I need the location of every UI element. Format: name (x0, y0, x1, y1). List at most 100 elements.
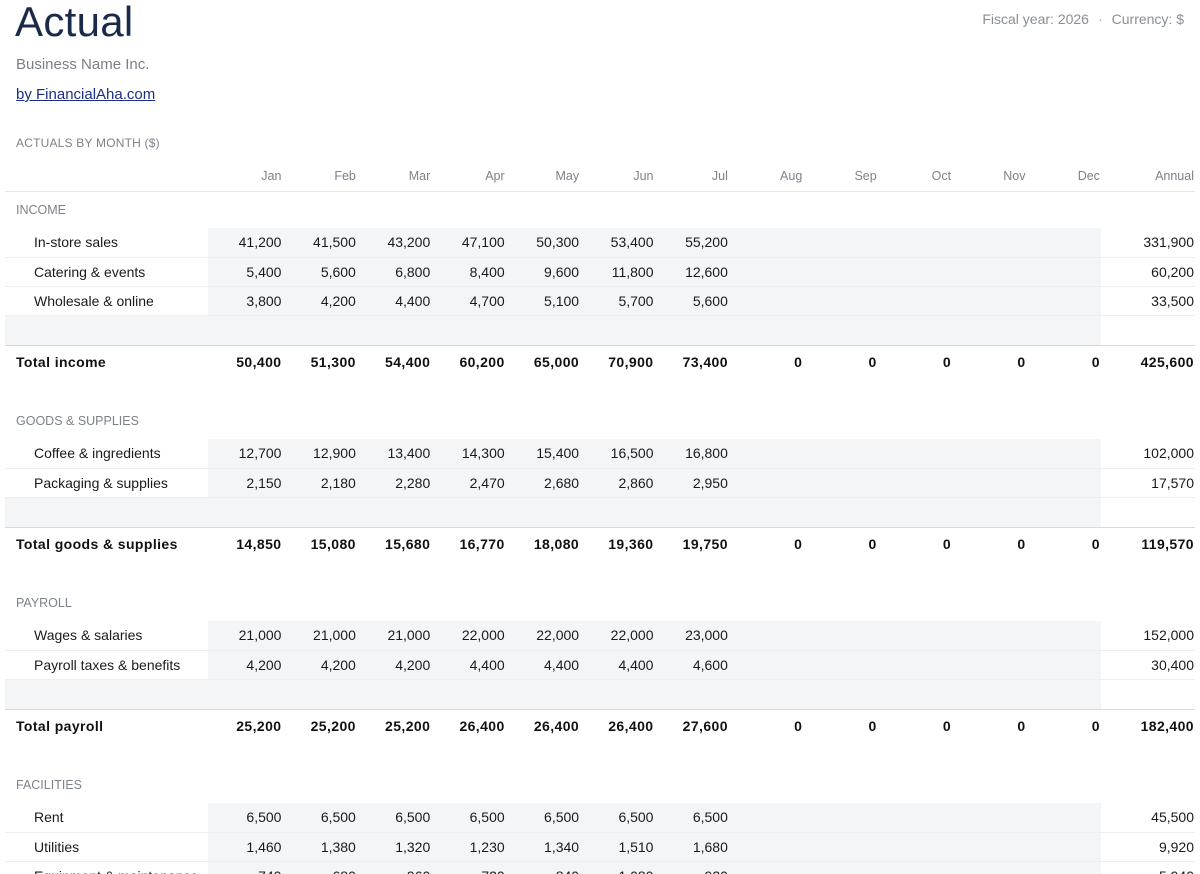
month-value-cell[interactable]: 15,400 (505, 439, 581, 469)
month-value-cell[interactable]: 12,700 (208, 439, 283, 469)
blank-cell[interactable] (952, 679, 1027, 710)
month-value-cell[interactable] (952, 228, 1027, 258)
month-value-cell[interactable] (952, 803, 1027, 833)
blank-cell[interactable] (654, 315, 729, 346)
month-value-cell[interactable] (1026, 439, 1101, 469)
month-value-cell[interactable] (1026, 861, 1101, 874)
blank-cell[interactable] (356, 315, 432, 346)
month-value-cell[interactable]: 4,700 (431, 286, 506, 316)
month-value-cell[interactable]: 4,200 (282, 286, 357, 316)
month-value-cell[interactable]: 22,000 (580, 621, 655, 651)
month-value-cell[interactable] (877, 621, 953, 651)
month-value-cell[interactable]: 55,200 (654, 228, 729, 258)
month-value-cell[interactable]: 5,100 (505, 286, 581, 316)
month-value-cell[interactable] (877, 468, 953, 498)
month-value-cell[interactable]: 4,400 (580, 650, 655, 680)
month-value-cell[interactable]: 1,380 (282, 832, 357, 862)
blank-cell[interactable] (580, 497, 655, 528)
month-value-cell[interactable] (803, 861, 878, 874)
month-value-cell[interactable]: 43,200 (356, 228, 432, 258)
month-value-cell[interactable]: 1,080 (580, 861, 655, 874)
blank-cell[interactable] (282, 497, 357, 528)
financialaha-link[interactable]: by FinancialAha.com (16, 86, 155, 103)
month-value-cell[interactable]: 50,300 (505, 228, 581, 258)
month-value-cell[interactable] (803, 832, 878, 862)
month-value-cell[interactable]: 1,510 (580, 832, 655, 862)
blank-cell[interactable] (505, 315, 581, 346)
month-value-cell[interactable]: 5,400 (208, 257, 283, 287)
month-value-cell[interactable] (952, 468, 1027, 498)
month-value-cell[interactable]: 4,200 (208, 650, 283, 680)
month-value-cell[interactable]: 1,230 (431, 832, 506, 862)
month-value-cell[interactable]: 6,500 (208, 803, 283, 833)
month-value-cell[interactable] (803, 257, 878, 287)
month-value-cell[interactable]: 22,000 (505, 621, 581, 651)
month-value-cell[interactable]: 1,460 (208, 832, 283, 862)
month-value-cell[interactable] (803, 228, 878, 258)
month-value-cell[interactable]: 22,000 (431, 621, 506, 651)
blank-cell[interactable] (505, 679, 581, 710)
blank-cell[interactable] (282, 315, 357, 346)
month-value-cell[interactable]: 4,400 (356, 286, 432, 316)
month-value-cell[interactable] (877, 286, 953, 316)
month-value-cell[interactable] (952, 257, 1027, 287)
month-value-cell[interactable] (1026, 650, 1101, 680)
month-value-cell[interactable]: 6,500 (580, 803, 655, 833)
month-value-cell[interactable]: 5,700 (580, 286, 655, 316)
month-value-cell[interactable]: 6,500 (431, 803, 506, 833)
month-value-cell[interactable] (728, 861, 804, 874)
month-value-cell[interactable] (877, 803, 953, 833)
month-value-cell[interactable]: 2,860 (580, 468, 655, 498)
month-value-cell[interactable] (728, 468, 804, 498)
month-value-cell[interactable]: 2,150 (208, 468, 283, 498)
month-value-cell[interactable]: 5,600 (282, 257, 357, 287)
blank-cell[interactable] (1026, 679, 1101, 710)
month-value-cell[interactable]: 960 (356, 861, 432, 874)
blank-cell[interactable] (431, 315, 506, 346)
month-value-cell[interactable] (728, 803, 804, 833)
month-value-cell[interactable]: 6,500 (356, 803, 432, 833)
month-value-cell[interactable] (1026, 286, 1101, 316)
month-value-cell[interactable] (877, 650, 953, 680)
month-value-cell[interactable]: 16,800 (654, 439, 729, 469)
month-value-cell[interactable] (803, 286, 878, 316)
month-value-cell[interactable]: 8,400 (431, 257, 506, 287)
month-value-cell[interactable] (877, 257, 953, 287)
month-value-cell[interactable]: 4,400 (431, 650, 506, 680)
month-value-cell[interactable] (803, 803, 878, 833)
month-value-cell[interactable]: 9,600 (505, 257, 581, 287)
month-value-cell[interactable] (803, 621, 878, 651)
blank-cell[interactable] (803, 497, 878, 528)
blank-cell[interactable] (1026, 497, 1101, 528)
month-value-cell[interactable] (728, 257, 804, 287)
month-value-cell[interactable] (952, 861, 1027, 874)
blank-cell[interactable] (282, 679, 357, 710)
month-value-cell[interactable] (952, 832, 1027, 862)
month-value-cell[interactable]: 4,200 (282, 650, 357, 680)
blank-cell[interactable] (654, 497, 729, 528)
month-value-cell[interactable]: 4,400 (505, 650, 581, 680)
month-value-cell[interactable]: 2,950 (654, 468, 729, 498)
blank-cell[interactable] (877, 315, 953, 346)
month-value-cell[interactable] (877, 228, 953, 258)
month-value-cell[interactable] (1026, 803, 1101, 833)
blank-cell[interactable] (654, 679, 729, 710)
blank-cell[interactable] (580, 679, 655, 710)
month-value-cell[interactable]: 47,100 (431, 228, 506, 258)
month-value-cell[interactable]: 1,340 (505, 832, 581, 862)
month-value-cell[interactable] (877, 832, 953, 862)
blank-cell[interactable] (208, 315, 283, 346)
blank-cell[interactable] (505, 497, 581, 528)
blank-cell[interactable] (1026, 315, 1101, 346)
blank-cell[interactable] (356, 679, 432, 710)
month-value-cell[interactable] (803, 650, 878, 680)
blank-cell[interactable] (580, 315, 655, 346)
month-value-cell[interactable]: 2,680 (505, 468, 581, 498)
month-value-cell[interactable]: 4,600 (654, 650, 729, 680)
month-value-cell[interactable] (877, 439, 953, 469)
month-value-cell[interactable] (1026, 257, 1101, 287)
month-value-cell[interactable] (1026, 228, 1101, 258)
blank-cell[interactable] (728, 315, 804, 346)
blank-cell[interactable] (728, 497, 804, 528)
month-value-cell[interactable] (728, 286, 804, 316)
